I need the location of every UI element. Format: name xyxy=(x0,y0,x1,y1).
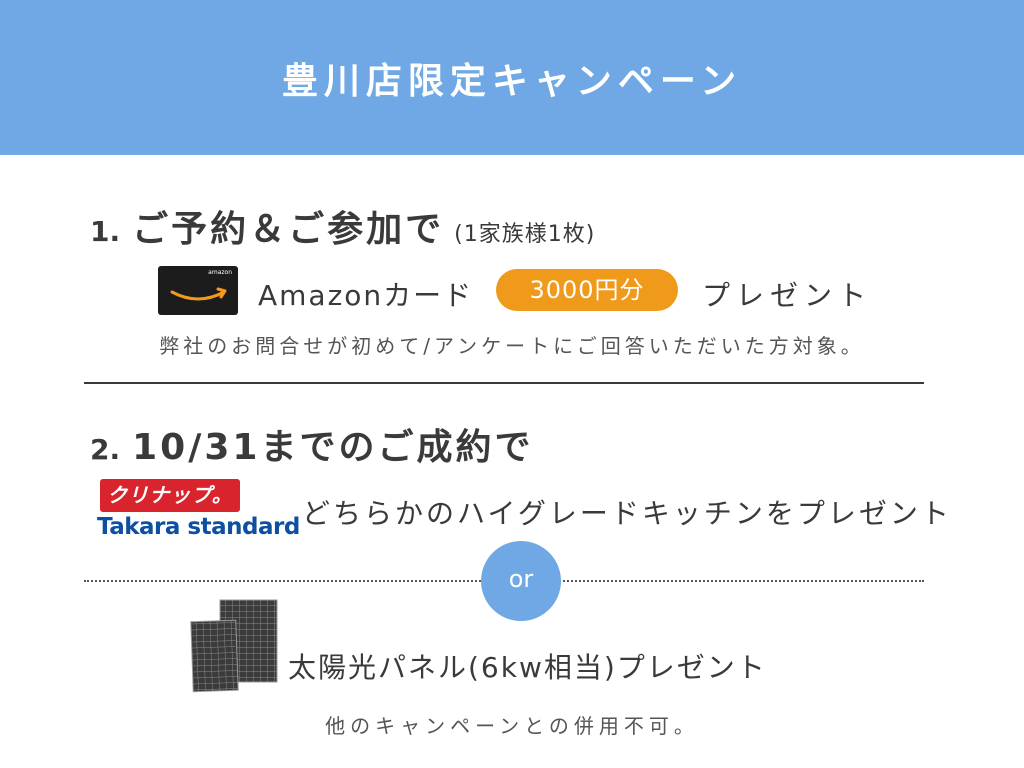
section2-heading-text: 10/31までのご成約で xyxy=(132,427,534,468)
or-badge: or xyxy=(481,541,561,621)
section1-note: (1家族様1枚) xyxy=(454,222,596,247)
amazon-smile-icon xyxy=(170,287,227,301)
present-label: プレゼント xyxy=(702,279,873,312)
section1-number: 1. xyxy=(90,215,121,248)
section1-condition: 弊社のお問合せが初めて/アンケートにご回答いただいた方対象。 xyxy=(159,334,865,358)
takara-standard-logo: Takara standard xyxy=(97,514,300,540)
section2-number: 2. xyxy=(90,433,121,466)
solar-present-text: 太陽光パネル(6kw相当)プレゼント xyxy=(288,651,767,684)
amount-badge: 3000円分 xyxy=(496,269,678,311)
section1-heading: 1. ご予約＆ご参加で (1家族様1枚) xyxy=(90,200,595,252)
amazon-gift-card-image: amazon xyxy=(158,266,238,315)
solar-panel-icon xyxy=(190,599,278,693)
kitchen-present-text: どちらかのハイグレードキッチンをプレゼント xyxy=(302,497,952,530)
section2-heading: 2. 10/31までのご成約で xyxy=(90,418,533,470)
section-divider xyxy=(84,382,924,384)
header-banner: 豊川店限定キャンペーン xyxy=(0,0,1024,155)
cleanup-logo: クリナップ。 xyxy=(100,479,240,512)
page-title: 豊川店限定キャンペーン xyxy=(281,61,743,102)
footer-note: 他のキャンペーンとの併用不可。 xyxy=(325,714,699,738)
section1-heading-text: ご予約＆ご参加で xyxy=(132,209,445,250)
amazon-card-label: Amazonカード xyxy=(258,279,474,312)
